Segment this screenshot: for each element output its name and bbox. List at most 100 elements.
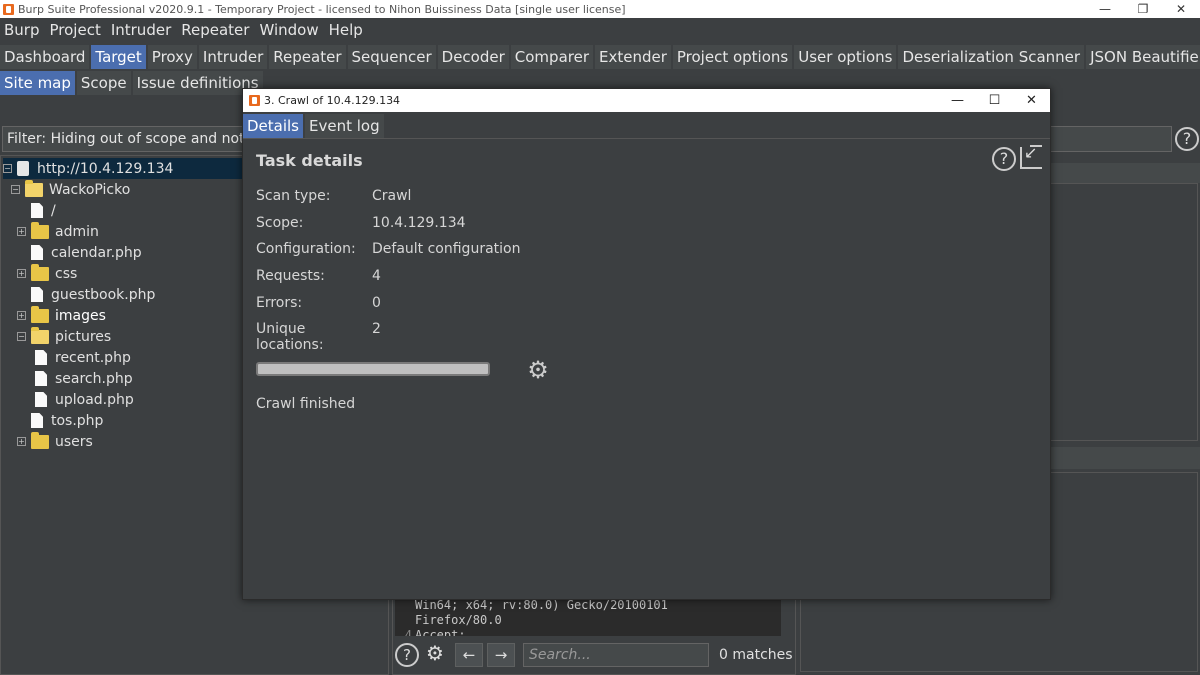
folder-open-icon [31,326,49,344]
pop-out-icon[interactable] [1020,143,1042,169]
expand-icon[interactable]: + [17,269,26,278]
dialog-maximize-button[interactable]: ☐ [976,89,1013,112]
tab-site-map[interactable]: Site map [0,71,77,95]
tree-node-images[interactable]: + images [17,305,106,326]
menu-repeater[interactable]: Repeater [177,21,255,39]
expand-icon[interactable]: + [17,227,26,236]
task-details-heading: Task details [256,151,363,170]
tree-label: pictures [55,328,112,345]
menu-project[interactable]: Project [46,21,107,39]
file-icon [31,245,43,260]
dialog-tabs: Details Event log [243,114,1050,138]
tree-node-admin[interactable]: + admin [17,221,99,242]
dialog-close-button[interactable]: ✕ [1013,89,1050,112]
filter-help-icon[interactable]: ? [1175,127,1199,151]
detail-unique-locations: Unique locations: 2 [256,321,381,353]
help-icon[interactable]: ? [395,643,419,667]
file-icon [31,287,43,302]
detail-scan-type: Scan type: Crawl [256,188,412,204]
gear-icon[interactable]: ⚙ [525,358,551,384]
burp-app-icon [249,95,260,106]
detail-requests: Requests: 4 [256,268,381,284]
tree-node-users[interactable]: + users [17,431,93,452]
window-title-bar: Burp Suite Professional v2020.9.1 - Temp… [0,0,1200,18]
tab-event-log[interactable]: Event log [305,114,384,138]
tab-decoder[interactable]: Decoder [437,45,511,69]
tab-deserialization-scanner[interactable]: Deserialization Scanner [898,45,1087,69]
previous-match-button[interactable]: ← [455,643,483,667]
tree-label: images [55,307,106,324]
tab-user-options[interactable]: User options [794,45,899,69]
tab-target[interactable]: Target [91,45,148,69]
expand-icon[interactable]: + [17,437,26,446]
help-icon[interactable]: ? [992,147,1016,171]
tree-label: css [55,265,78,282]
dialog-minimize-button[interactable]: — [939,89,976,112]
tree-node-root[interactable]: / [17,200,56,221]
tree-label: admin [55,223,99,240]
tree-label: guestbook.php [51,286,156,303]
tree-node-upload[interactable]: upload.php [35,389,134,410]
tab-scope[interactable]: Scope [76,71,133,95]
close-button[interactable]: ✕ [1162,0,1200,18]
tab-proxy[interactable]: Proxy [147,45,199,69]
gear-icon[interactable]: ⚙ [423,643,447,667]
menu-burp[interactable]: Burp [0,21,46,39]
crawl-progress-bar [256,362,490,376]
tree-node-pictures[interactable]: − pictures [17,326,111,347]
code-line: Win64; x64; rv:80.0) Gecko/20100101 [415,598,668,612]
tree-node-calendar[interactable]: calendar.php [17,242,142,263]
request-text-area[interactable]: Win64; x64; rv:80.0) Gecko/20100101 Fire… [395,598,781,636]
dialog-title-bar: 3. Crawl of 10.4.129.134 — ☐ ✕ [243,89,1050,112]
folder-open-icon [25,179,43,197]
code-line: 4 Accept: [404,628,466,636]
tree-label: / [51,202,56,219]
tab-intruder[interactable]: Intruder [198,45,270,69]
detail-scope: Scope: 10.4.129.134 [256,215,466,231]
tab-comparer[interactable]: Comparer [510,45,595,69]
tab-sequencer[interactable]: Sequencer [347,45,438,69]
collapse-icon[interactable]: − [11,185,20,194]
file-icon [31,203,43,218]
menu-help[interactable]: Help [325,21,369,39]
tab-repeater[interactable]: Repeater [269,45,348,69]
tree-node-css[interactable]: + css [17,263,77,284]
tree-label: tos.php [51,412,104,429]
menu-intruder[interactable]: Intruder [107,21,177,39]
tree-node-tos[interactable]: tos.php [17,410,103,431]
tree-node-guestbook[interactable]: guestbook.php [17,284,155,305]
tree-node-wackopicko[interactable]: − WackoPicko [11,179,130,200]
host-icon [17,161,29,176]
dialog-title: 3. Crawl of 10.4.129.134 [264,94,401,107]
minimize-button[interactable]: — [1086,0,1124,18]
window-title: Burp Suite Professional v2020.9.1 - Temp… [18,2,626,16]
folder-icon [31,263,49,281]
task-details-panel: Task details ? Scan type: Crawl Scope: 1… [243,138,1050,599]
tree-node-recent[interactable]: recent.php [35,347,131,368]
expand-icon[interactable]: + [17,311,26,320]
folder-icon [31,221,49,239]
tree-label: users [55,433,93,450]
code-line: Firefox/80.0 [415,613,502,627]
collapse-icon[interactable]: − [17,332,26,341]
restore-button[interactable]: ❐ [1124,0,1162,18]
tab-extender[interactable]: Extender [595,45,673,69]
menu-window[interactable]: Window [255,21,324,39]
search-input[interactable]: Search... [523,643,709,667]
tab-dashboard[interactable]: Dashboard [0,45,92,69]
file-icon [35,350,47,365]
crawl-status: Crawl finished [256,396,356,412]
match-count: 0 matches [719,647,793,663]
sub-tabs: Site map Scope Issue definitions [0,71,265,95]
tree-label: http://10.4.129.134 [37,160,174,177]
tab-details[interactable]: Details [243,114,304,138]
tab-project-options[interactable]: Project options [672,45,795,69]
next-match-button[interactable]: → [487,643,515,667]
tab-json-beautifier[interactable]: JSON Beautifier [1086,45,1200,69]
collapse-icon[interactable]: − [3,164,12,173]
editor-search-bar: ? ⚙ ← → Search... 0 matches [395,640,795,670]
tree-node-search[interactable]: search.php [35,368,133,389]
folder-icon [31,431,49,449]
tree-label: search.php [55,370,133,387]
detail-errors: Errors: 0 [256,295,381,311]
